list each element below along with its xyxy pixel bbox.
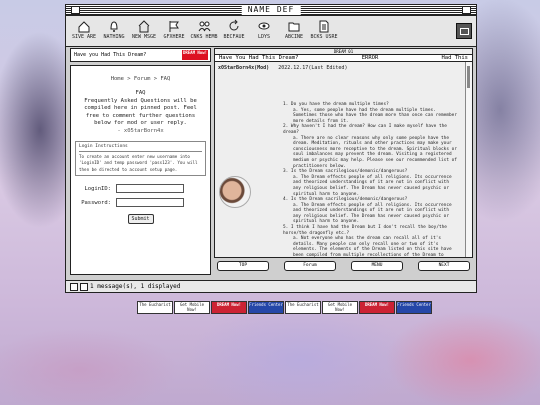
login-label: LoginID: bbox=[84, 185, 112, 192]
faq-a4: a. The Dream effects people of all relig… bbox=[293, 202, 452, 225]
eye-icon bbox=[258, 22, 270, 30]
faq-box: Home > Forum > FAQ FAQ Frequently Asked … bbox=[70, 65, 211, 275]
ad-dream-2[interactable]: DREAM Now! bbox=[359, 301, 395, 314]
nav-top-button[interactable]: TOP bbox=[217, 261, 269, 271]
house-icon bbox=[138, 20, 150, 33]
login-body: To create an account enter new username … bbox=[79, 153, 198, 172]
thread-error: ERROR bbox=[361, 55, 379, 61]
login-id-input[interactable] bbox=[116, 184, 184, 193]
document-icon bbox=[319, 20, 329, 33]
bottom-ad-strip: The Eucharist Get Mobile Now! DREAM Now!… bbox=[137, 301, 433, 314]
ad-mobile-2[interactable]: Get Mobile Now! bbox=[322, 301, 358, 314]
toolbar-item-6[interactable]: LDYS bbox=[250, 18, 278, 40]
faq-q2: 2. Why haven't I had the dream? How can … bbox=[283, 124, 447, 135]
status-icon-2 bbox=[80, 282, 88, 291]
faq-intro: FAQ Frequently Asked Questions will be c… bbox=[71, 90, 210, 135]
faq-a3: a. The Dream effects people of all relig… bbox=[293, 174, 452, 197]
toolbar-item-3[interactable]: GFXHERE bbox=[160, 18, 188, 40]
toolbar-item-1[interactable]: NATHING bbox=[100, 18, 128, 40]
home-icon bbox=[78, 21, 90, 33]
faq-a2: a. There are no clear reasons why only s… bbox=[293, 135, 457, 169]
faq-author: - x05tarBorn4x bbox=[117, 127, 164, 134]
forum-window: NAME DEF SIVE ARE NATHING NEW MSGE GFXHE… bbox=[65, 4, 477, 293]
nav-next-button[interactable]: NEXT bbox=[418, 261, 470, 271]
toolbar-item-8[interactable]: BCKS USRE bbox=[310, 18, 338, 40]
close-box[interactable] bbox=[71, 6, 80, 14]
ad-eucharist[interactable]: The Eucharist bbox=[137, 301, 173, 314]
faq-a1: a. Yes, some people have had the dream m… bbox=[293, 107, 457, 124]
title-bar[interactable]: NAME DEF bbox=[66, 5, 476, 16]
status-bar: 1 message(s), 1 displayed bbox=[66, 280, 476, 292]
dream-ad[interactable]: DREAM Now! bbox=[182, 50, 208, 60]
ad-friends[interactable]: Friends Center bbox=[248, 301, 284, 314]
scrollbar[interactable] bbox=[465, 62, 472, 257]
ad-friends-2[interactable]: Friends Center bbox=[396, 301, 432, 314]
toolbar: SIVE ARE NATHING NEW MSGE GFXHERE CNKS H… bbox=[66, 16, 476, 47]
login-instructions: Login Instructions To create an account … bbox=[75, 141, 206, 176]
post-author[interactable]: x0StarBorn4x(Mod) bbox=[218, 65, 269, 71]
post-body: 1. Do you have the dream multiple times?… bbox=[283, 102, 458, 258]
back-icon[interactable] bbox=[456, 23, 472, 39]
nav-forum-button[interactable]: Forum bbox=[284, 261, 336, 271]
scroll-thumb[interactable] bbox=[467, 66, 470, 88]
login-form: LoginID: Password: Submit bbox=[71, 184, 210, 224]
toolbar-item-2[interactable]: NEW MSGE bbox=[130, 18, 158, 40]
left-panel: Have you Had This Dream? DREAM Now! Home… bbox=[70, 48, 211, 277]
breadcrumb[interactable]: Home > Forum > FAQ bbox=[71, 66, 210, 90]
thread-title: Have You Had This Dream? bbox=[219, 55, 299, 61]
login-heading: Login Instructions bbox=[79, 144, 202, 152]
avatar[interactable] bbox=[219, 176, 251, 208]
bell-icon bbox=[110, 21, 118, 32]
post-content: x0StarBorn4x(Mod) 2022.12.17(Last Edited… bbox=[214, 62, 473, 258]
submit-button[interactable]: Submit bbox=[127, 214, 154, 224]
password-input[interactable] bbox=[116, 198, 184, 207]
thread-tag: Had This bbox=[441, 55, 468, 61]
window-title: NAME DEF bbox=[241, 5, 301, 15]
refresh-icon bbox=[229, 19, 239, 31]
folder-icon bbox=[288, 22, 300, 32]
flag-icon bbox=[169, 21, 179, 32]
faq-title: FAQ bbox=[135, 90, 146, 96]
thread-header: Have You Had This Dream? ERROR Had This bbox=[214, 54, 473, 62]
ad-mobile[interactable]: Get Mobile Now! bbox=[174, 301, 210, 314]
faq-body: Frequently Asked Questions will be compi… bbox=[84, 97, 197, 127]
forum-banner: Have you Had This Dream? DREAM Now! bbox=[70, 48, 211, 62]
toolbar-item-5[interactable]: BECFAUE bbox=[220, 18, 248, 40]
faq-a5: a. Not everyone who has the dream can re… bbox=[293, 236, 452, 258]
post-date: 2022.12.17(Last Edited) bbox=[278, 65, 348, 71]
toolbar-item-4[interactable]: CNKS HEMB bbox=[190, 18, 218, 40]
post-header: x0StarBorn4x(Mod) 2022.12.17(Last Edited… bbox=[215, 62, 472, 71]
zoom-box[interactable] bbox=[462, 6, 471, 14]
ad-dream[interactable]: DREAM Now! bbox=[211, 301, 247, 314]
right-panel: DREAM 01 Have You Had This Dream? ERROR … bbox=[214, 48, 473, 277]
people-icon bbox=[198, 21, 211, 32]
ad-eucharist-2[interactable]: The Eucharist bbox=[285, 301, 321, 314]
banner-title: Have you Had This Dream? bbox=[74, 52, 147, 58]
nav-menu-button[interactable]: MENU bbox=[351, 261, 403, 271]
toolbar-item-7[interactable]: ABCINE bbox=[280, 18, 308, 40]
post-nav: TOP Forum MENU NEXT bbox=[214, 261, 473, 271]
status-text: 1 message(s), 1 displayed bbox=[90, 283, 181, 290]
password-label: Password: bbox=[81, 199, 111, 206]
faq-q5: 5. I think I have had the Dream but I do… bbox=[283, 225, 447, 236]
toolbar-item-0[interactable]: SIVE ARE bbox=[70, 18, 98, 40]
status-icon bbox=[70, 282, 78, 291]
